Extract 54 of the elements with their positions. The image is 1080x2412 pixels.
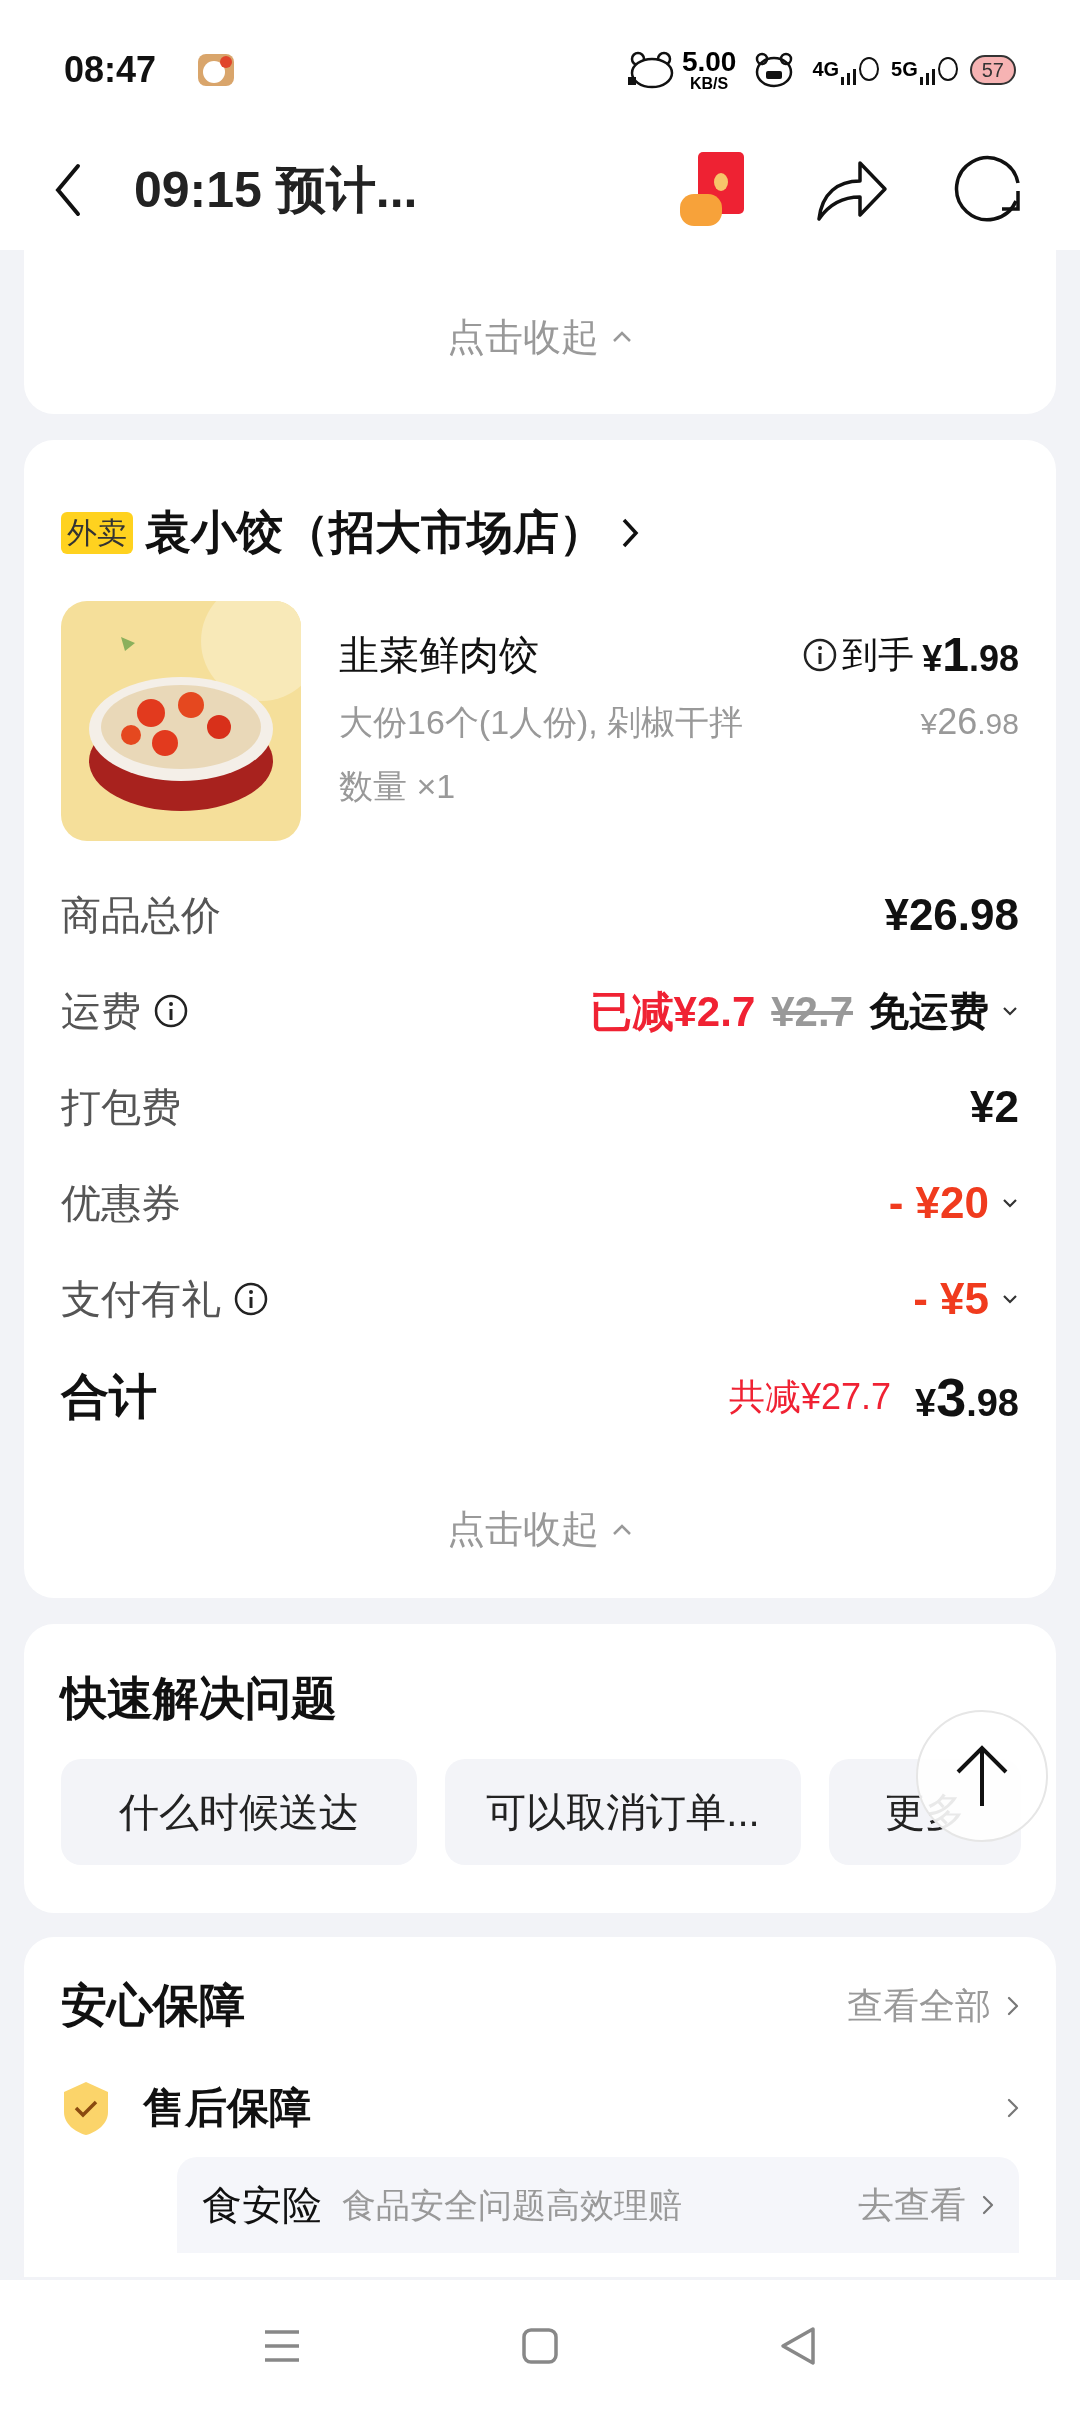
total-saved: 共减¥27.7 — [728, 1375, 891, 1419]
speed-unit: KB/S — [690, 76, 729, 92]
caret-up-icon — [611, 330, 633, 344]
network-type: 5G — [891, 57, 918, 82]
view-link: 去查看 — [858, 2183, 966, 2227]
guarantee-title: 售后保障 — [143, 2083, 311, 2133]
section-title: 快速解决问题 — [61, 1671, 337, 1726]
info-icon[interactable] — [802, 637, 839, 673]
delivery-tag: 外卖 — [61, 511, 133, 554]
item-quantity: 数量 ×1 — [339, 766, 456, 807]
battery-level: 57 — [969, 55, 1016, 85]
fee-label: 运费 — [61, 988, 141, 1035]
status-time: 08:47 — [64, 48, 157, 92]
fee-value: 免运费 — [869, 988, 989, 1035]
fee-label: 打包费 — [61, 1084, 181, 1131]
discount-value: - ¥20 — [888, 1177, 989, 1229]
chevron-right-icon — [982, 2194, 994, 2216]
insurance-row[interactable]: 食安险 食品安全问题高效理赔 去查看 — [177, 2157, 1019, 2253]
page-title: 09:15 预计... — [134, 160, 418, 220]
fee-value: ¥26.98 — [884, 889, 1019, 941]
original-price: ¥26.98 — [920, 700, 1019, 744]
store-name[interactable]: 袁小饺（招大市场店） — [145, 498, 605, 567]
chevron-right-icon — [1007, 1994, 1019, 2017]
original-fee: ¥2.7 — [771, 986, 853, 1037]
insurance-name: 食安险 — [202, 2182, 322, 2229]
back-icon[interactable] — [54, 162, 82, 218]
back-nav-icon[interactable] — [779, 2326, 817, 2366]
insurance-desc: 食品安全问题高效理赔 — [342, 2184, 682, 2226]
discount-amount: 已减¥2.7 — [589, 986, 756, 1037]
info-icon[interactable] — [153, 993, 189, 1029]
fee-label: 商品总价 — [61, 892, 221, 939]
menu-icon[interactable] — [263, 2328, 301, 2364]
item-name: 韭菜鲜肉饺 — [339, 632, 539, 679]
fee-value: ¥2 — [970, 1081, 1019, 1133]
fee-label: 优惠券 — [61, 1180, 181, 1227]
total-price: ¥3.98 — [915, 1365, 1019, 1429]
network-type: 4G — [812, 57, 840, 82]
caret-up-icon — [611, 1522, 633, 1537]
shield-check-icon — [61, 2079, 111, 2136]
total-label: 合计 — [61, 1369, 157, 1425]
chevron-right-icon[interactable] — [621, 516, 639, 549]
final-price-label: 到手 — [842, 633, 915, 677]
chevron-right-icon — [1007, 2096, 1019, 2119]
final-price: ¥1.98 — [922, 627, 1019, 683]
home-icon[interactable] — [521, 2327, 559, 2365]
fee-label: 支付有礼 — [61, 1276, 221, 1323]
discount-value: - ¥5 — [913, 1273, 989, 1325]
question-chip[interactable]: 什么时候送达 — [61, 1759, 417, 1865]
question-chip[interactable]: 可以取消订单... — [445, 1759, 801, 1865]
mute-bear-icon — [627, 51, 674, 89]
network-speed: 5.00 — [681, 48, 737, 76]
item-spec: 大份16个(1人份), 剁椒干拌 — [339, 701, 744, 743]
info-icon[interactable] — [233, 1281, 269, 1317]
section-title: 安心保障 — [61, 1978, 245, 2033]
